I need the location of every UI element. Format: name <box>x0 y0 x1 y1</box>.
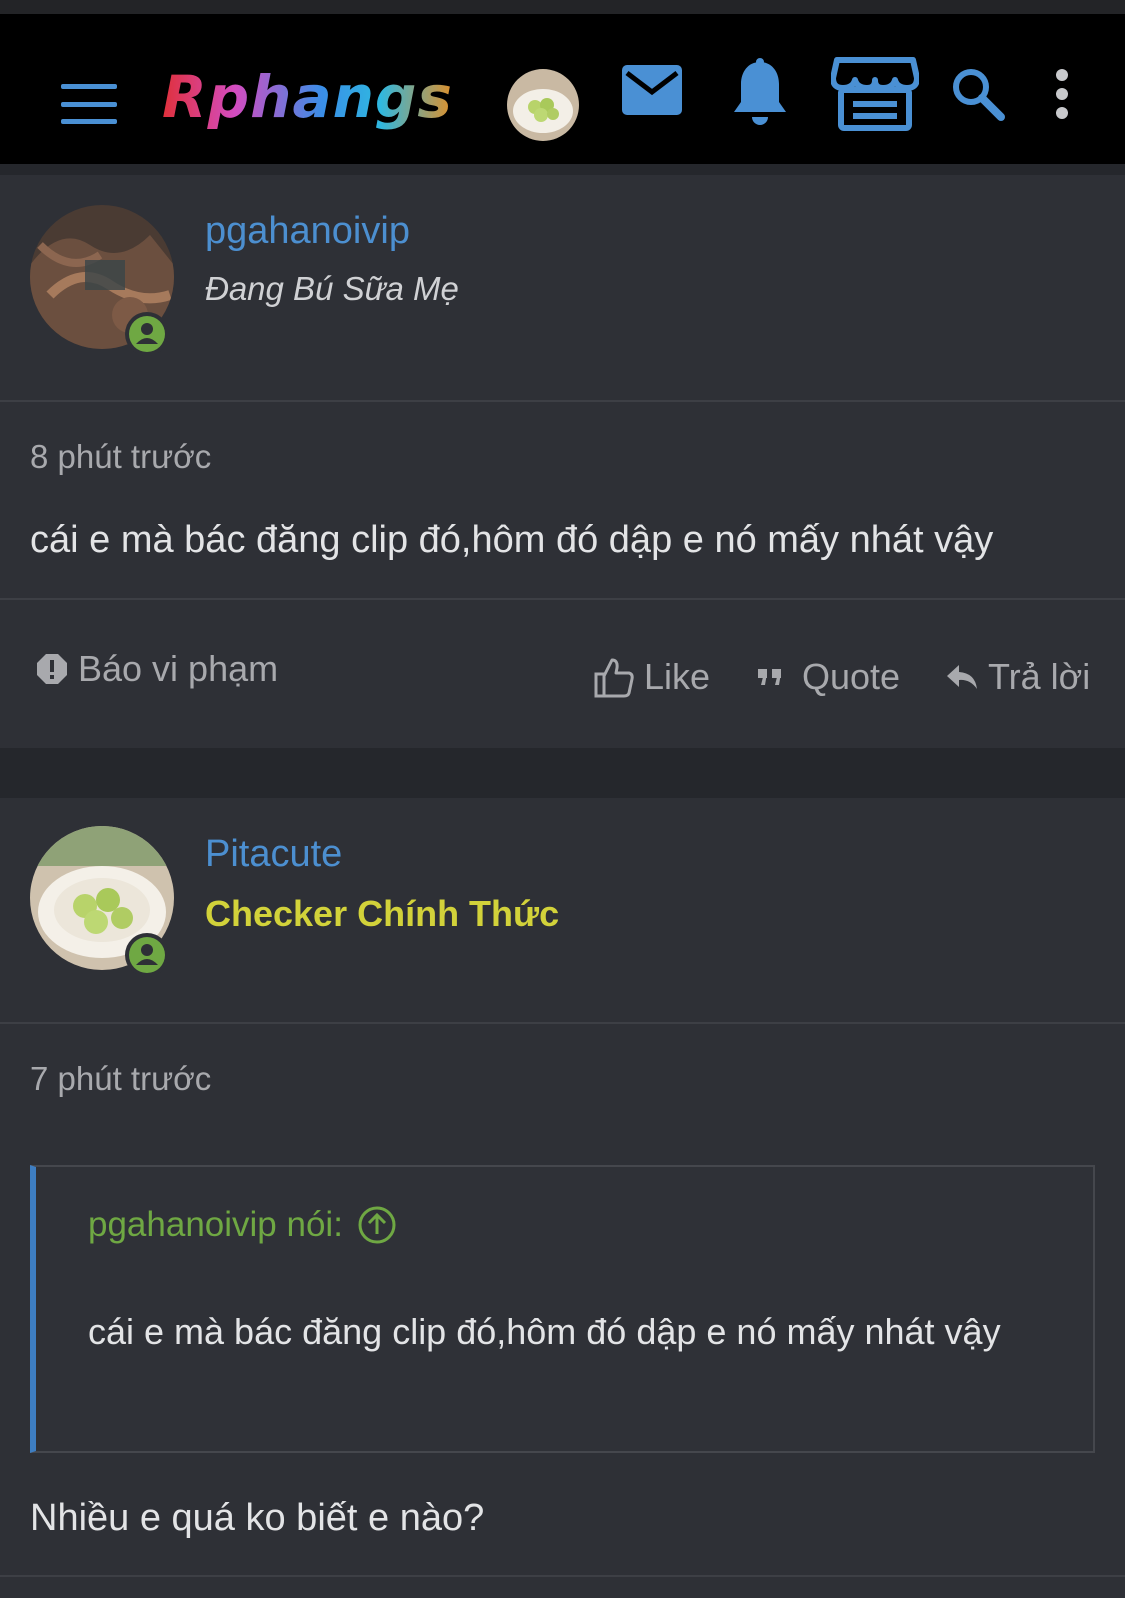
bell-icon[interactable] <box>730 56 790 132</box>
quote-author[interactable]: pgahanoivip nói: <box>88 1205 397 1245</box>
divider <box>0 400 1125 402</box>
post-time[interactable]: 8 phút trước <box>30 438 211 476</box>
arrow-up-circle-icon[interactable] <box>357 1205 397 1245</box>
divider <box>0 598 1125 600</box>
divider <box>0 1575 1125 1577</box>
site-logo[interactable]: Rphangs <box>162 62 453 132</box>
quote-label: Quote <box>802 656 901 697</box>
avatar[interactable] <box>507 69 579 141</box>
reply-button[interactable]: Trả lời <box>946 656 1090 698</box>
more-vertical-icon[interactable] <box>1050 66 1074 122</box>
like-button[interactable]: Like <box>594 656 710 698</box>
search-icon[interactable] <box>948 64 1006 122</box>
report-label: Báo vi phạm <box>78 648 279 689</box>
thumbs-up-icon <box>594 658 634 698</box>
online-status-icon <box>125 312 169 356</box>
reply-label: Trả lời <box>988 656 1091 697</box>
menu-icon[interactable] <box>60 84 118 124</box>
report-button[interactable]: Báo vi phạm <box>36 648 278 690</box>
quote-text: cái e mà bác đăng clip đó,hôm đó dập e n… <box>88 1311 1001 1352</box>
post-message: Nhiều e quá ko biết e nào? <box>30 1497 485 1539</box>
online-status-icon <box>125 933 169 977</box>
username[interactable]: Pitacute <box>205 833 342 876</box>
logo-text: Rphangs <box>162 63 453 131</box>
post-message: cái e mà bác đăng clip đó,hôm đó dập e n… <box>30 519 994 561</box>
warning-icon <box>37 654 67 684</box>
status-strip <box>0 0 1125 14</box>
user-title: Đang Bú Sữa Mẹ <box>205 270 459 307</box>
quote-block: pgahanoivip nói: cái e mà bác đăng clip … <box>30 1165 1095 1453</box>
username[interactable]: pgahanoivip <box>205 210 410 253</box>
mail-icon[interactable] <box>620 62 684 118</box>
top-navbar: Rphangs <box>0 14 1125 164</box>
user-title: Checker Chính Thức <box>205 893 560 934</box>
post-gap <box>0 748 1125 798</box>
divider <box>0 1022 1125 1024</box>
post-time[interactable]: 7 phút trước <box>30 1060 211 1098</box>
like-label: Like <box>644 656 711 697</box>
reply-icon <box>947 665 977 689</box>
store-icon[interactable] <box>830 54 920 134</box>
quote-author-label: pgahanoivip nói: <box>88 1205 343 1244</box>
quote-icon <box>758 669 781 685</box>
quote-button[interactable]: Quote <box>756 656 900 698</box>
